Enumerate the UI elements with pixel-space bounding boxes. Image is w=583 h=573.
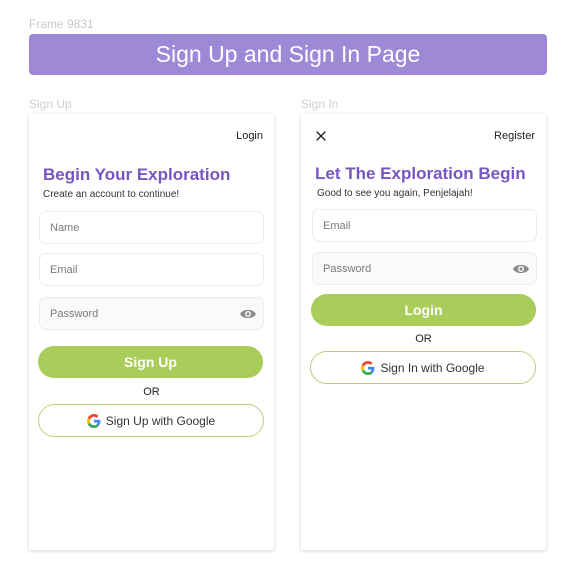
password-input[interactable]: [40, 298, 263, 329]
signup-subtext: Create an account to continue!: [43, 189, 180, 200]
signup-button[interactable]: Sign Up: [38, 346, 263, 378]
signin-password-field: [312, 252, 537, 285]
name-input[interactable]: [40, 212, 263, 243]
signin-google-button[interactable]: Sign In with Google: [310, 351, 536, 384]
email-input[interactable]: [40, 254, 263, 285]
signin-card: Register Let The Exploration Begin Good …: [301, 114, 546, 550]
close-icon[interactable]: [313, 128, 329, 144]
signup-name-field: [39, 211, 264, 244]
signin-topbar: Register: [301, 130, 546, 146]
signup-google-button[interactable]: Sign Up with Google: [38, 404, 264, 437]
signup-or-divider: OR: [143, 386, 160, 398]
login-button[interactable]: Login: [311, 294, 536, 326]
signup-section-label: Sign Up: [29, 97, 72, 111]
google-icon: [361, 360, 375, 375]
signin-email-field: [312, 209, 537, 242]
signin-or-divider: OR: [415, 333, 432, 345]
eye-icon[interactable]: [239, 307, 257, 321]
signup-card: Login Begin Your Exploration Create an a…: [29, 114, 274, 550]
signup-heading: Begin Your Exploration: [43, 165, 231, 184]
signup-password-field: [39, 297, 264, 330]
eye-icon[interactable]: [512, 262, 530, 276]
signin-section-label: Sign In: [301, 97, 339, 111]
signup-topbar: Login: [29, 130, 274, 146]
page-banner: Sign Up and Sign In Page: [29, 34, 547, 75]
signin-heading: Let The Exploration Begin: [315, 164, 526, 183]
email-input[interactable]: [313, 210, 536, 241]
signup-google-label: Sign Up with Google: [105, 413, 216, 428]
google-icon: [86, 413, 101, 428]
register-link[interactable]: Register: [494, 130, 535, 142]
frame-label: Frame 9831: [29, 17, 94, 31]
signup-email-field: [39, 253, 264, 286]
signin-subtext: Good to see you again, Penjelajah!: [317, 188, 473, 199]
password-input[interactable]: [313, 253, 536, 284]
signin-google-label: Sign In with Google: [380, 360, 485, 375]
login-link[interactable]: Login: [236, 130, 263, 142]
